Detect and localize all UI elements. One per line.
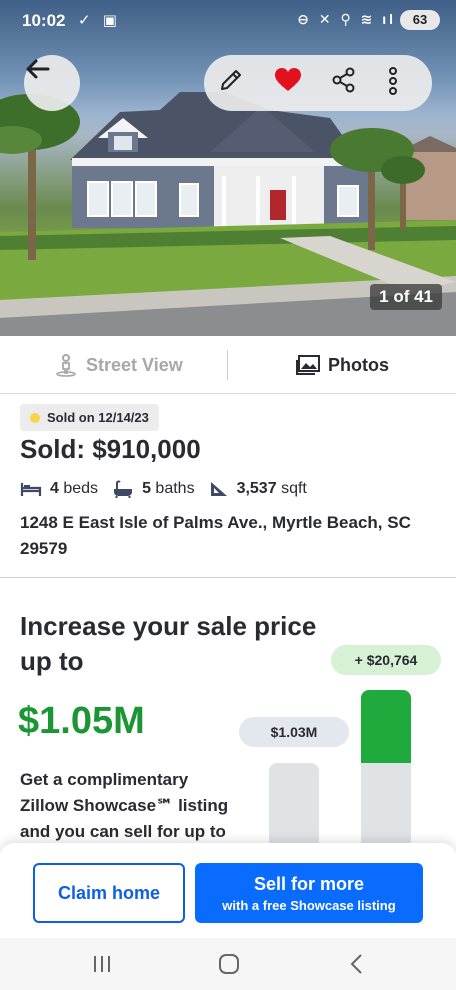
more-vertical-icon bbox=[389, 67, 397, 95]
back-icon bbox=[350, 954, 362, 974]
listing-photo[interactable]: 10:02 ✓ ▣ ⊖ ✕ ⚲ ≋ ıl 63 1 of 41 bbox=[0, 0, 456, 336]
uplift-bar bbox=[361, 690, 411, 764]
edit-button[interactable] bbox=[218, 67, 250, 99]
sell-for-more-subtitle: with a free Showcase listing bbox=[222, 898, 396, 913]
back-arrow-icon bbox=[26, 59, 50, 79]
status-left-icons: ✓ ▣ bbox=[78, 12, 121, 29]
photo-counter: 1 of 41 bbox=[370, 284, 442, 310]
base-price-bar bbox=[269, 763, 319, 853]
status-time: 10:02 bbox=[22, 11, 66, 30]
sold-date: Sold on 12/14/23 bbox=[47, 410, 149, 425]
ruler-triangle-icon bbox=[209, 480, 229, 498]
tab-street-view[interactable]: Street View bbox=[54, 336, 183, 394]
base-price-label: $1.03M bbox=[239, 717, 349, 747]
photo-actions bbox=[204, 55, 432, 111]
tab-photos-label: Photos bbox=[328, 354, 389, 375]
baths-fact: 5 baths bbox=[112, 480, 195, 498]
street-view-icon bbox=[54, 353, 78, 377]
section-divider bbox=[0, 577, 456, 578]
promo-body: Get a complimentary Zillow Showcase℠ lis… bbox=[20, 770, 229, 841]
pencil-icon bbox=[221, 70, 241, 90]
battery-level: 63 bbox=[412, 12, 428, 27]
beds-fact: 4 beds bbox=[20, 480, 98, 498]
promo-amount: $1.05M bbox=[18, 700, 145, 742]
home-icon bbox=[219, 954, 239, 974]
back-button[interactable] bbox=[24, 55, 80, 111]
home-facts: 4 beds 5 baths 3,537 sqft bbox=[20, 478, 321, 500]
view-tabs: Street View Photos bbox=[0, 336, 456, 394]
system-nav-bar bbox=[0, 938, 456, 990]
photos-icon bbox=[296, 355, 320, 375]
tab-divider bbox=[227, 350, 228, 380]
sqft-value: 3,537 bbox=[236, 480, 277, 497]
baths-label: baths bbox=[155, 480, 195, 497]
share-icon bbox=[332, 67, 355, 93]
sqft-fact: 3,537 sqft bbox=[209, 480, 307, 498]
property-address: 1248 E East Isle of Palms Ave., Myrtle B… bbox=[20, 513, 411, 558]
claim-home-button[interactable]: Claim home bbox=[33, 863, 185, 923]
battery-icon: 63 bbox=[400, 10, 440, 30]
uplift-label: + $20,764 bbox=[331, 645, 441, 675]
beds-label: beds bbox=[63, 480, 99, 497]
sold-status-badge: Sold on 12/14/23 bbox=[20, 404, 159, 431]
sell-for-more-button[interactable]: Sell for more with a free Showcase listi… bbox=[195, 863, 423, 923]
promo-title: Increase your sale price up to bbox=[20, 611, 317, 676]
beds-value: 4 bbox=[50, 480, 59, 497]
status-dot-icon bbox=[30, 412, 40, 423]
sold-price: Sold: $910,000 bbox=[20, 434, 201, 464]
more-options-button[interactable] bbox=[388, 67, 420, 99]
uplift-bar-base bbox=[361, 763, 411, 853]
home-button[interactable] bbox=[216, 952, 242, 976]
tab-photos[interactable]: Photos bbox=[296, 336, 389, 394]
recent-apps-button[interactable] bbox=[89, 952, 115, 976]
bed-icon bbox=[20, 481, 42, 497]
save-favorite-button[interactable] bbox=[274, 67, 306, 99]
share-button[interactable] bbox=[331, 67, 363, 99]
tab-street-view-label: Street View bbox=[86, 354, 183, 375]
system-back-button[interactable] bbox=[344, 952, 370, 976]
cta-panel: Claim home Sell for more with a free Sho… bbox=[0, 843, 456, 938]
sell-for-more-title: Sell for more bbox=[253, 874, 365, 894]
sqft-label: sqft bbox=[281, 480, 307, 497]
status-bar: 10:02 ✓ ▣ ⊖ ✕ ⚲ ≋ ıl 63 bbox=[0, 0, 456, 40]
status-right-icons: ⊖ ✕ ⚲ ≋ ıl bbox=[297, 11, 396, 27]
bathtub-icon bbox=[112, 480, 134, 498]
baths-value: 5 bbox=[142, 480, 151, 497]
recent-apps-icon bbox=[94, 956, 110, 972]
heart-icon bbox=[275, 68, 301, 91]
